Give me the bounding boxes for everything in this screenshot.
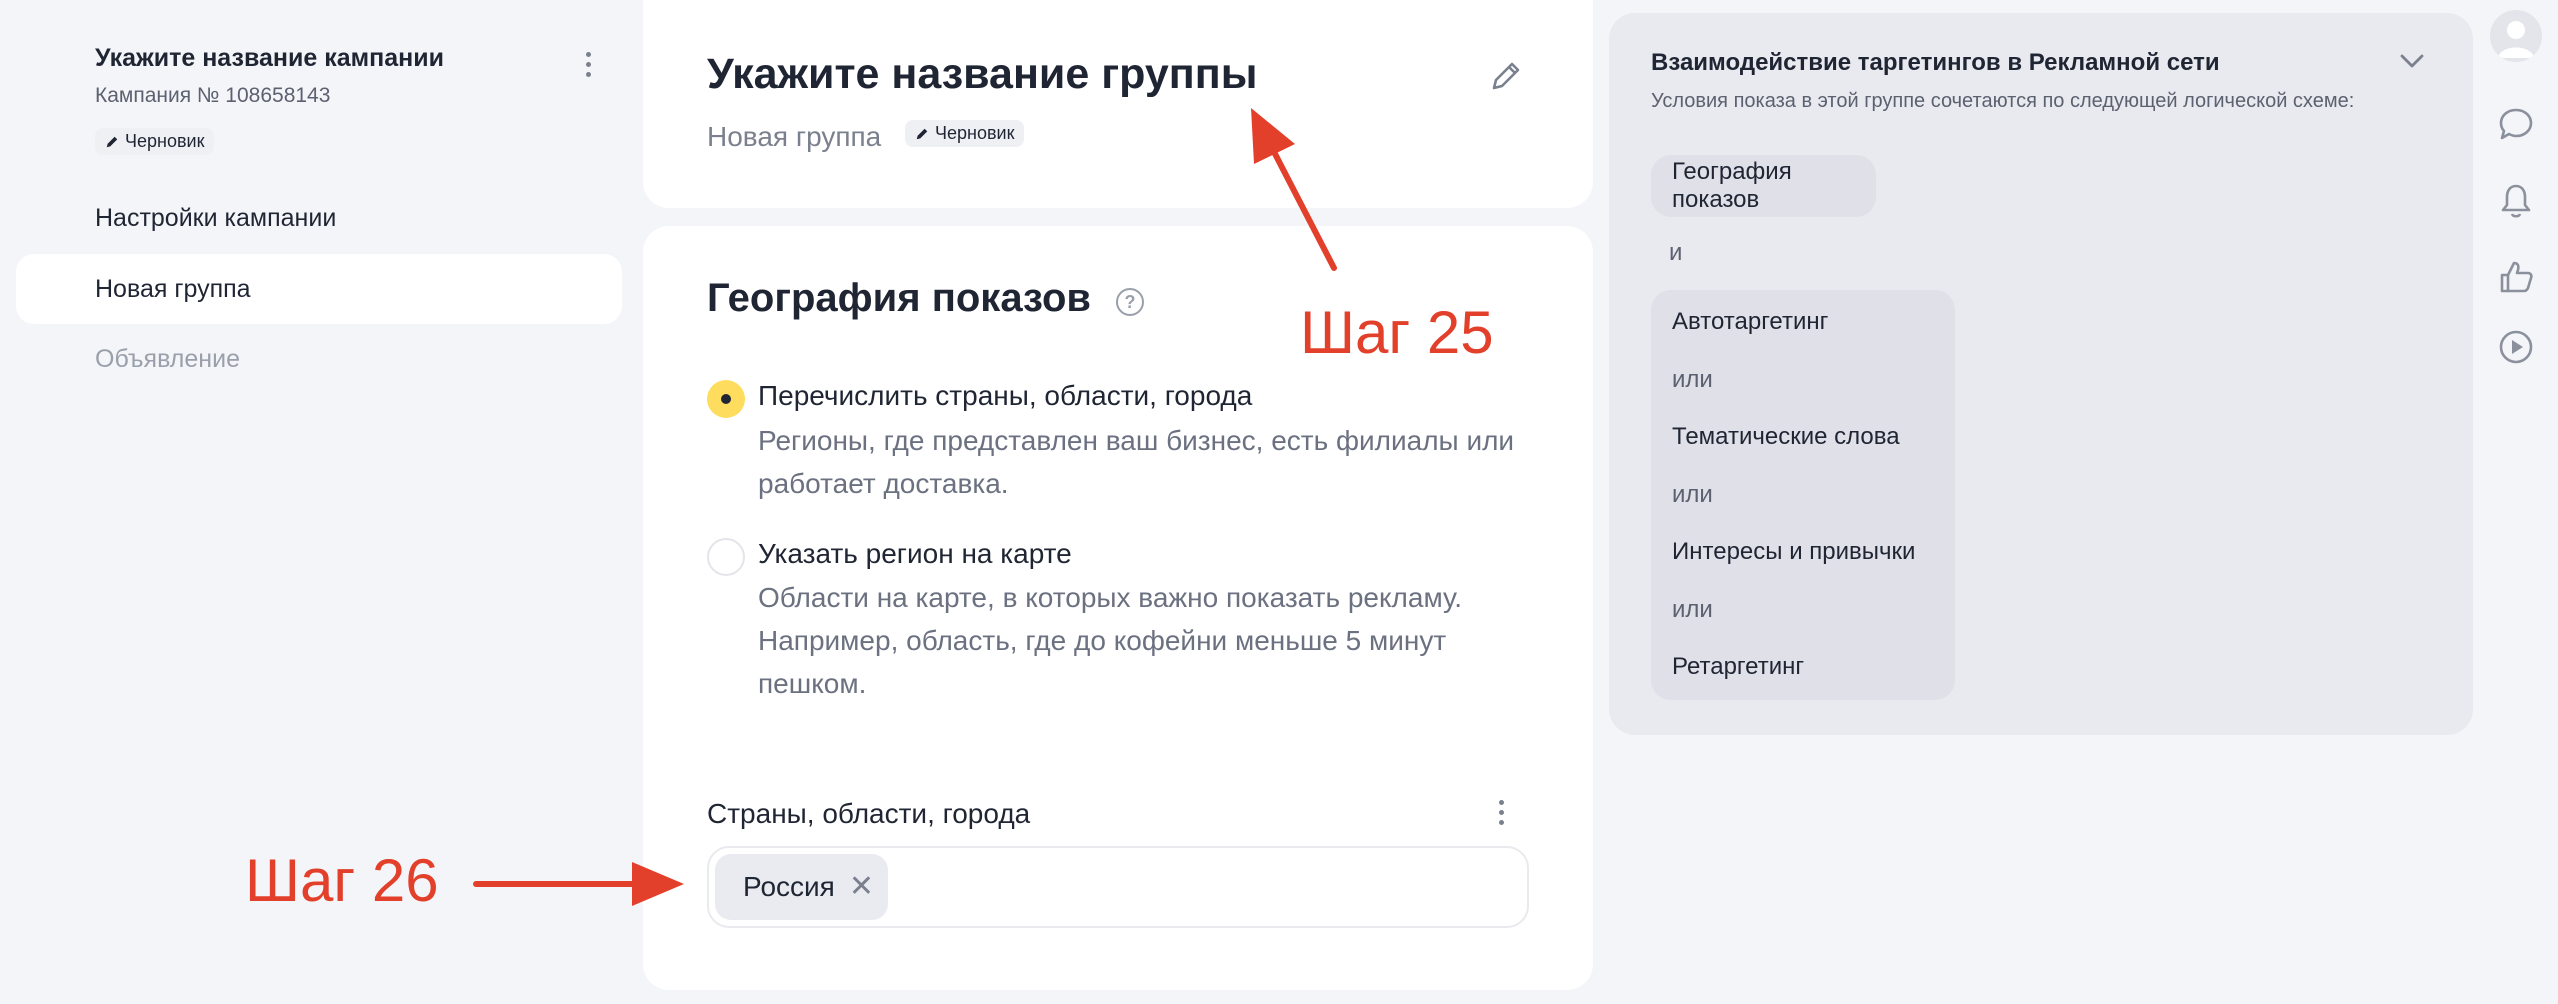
campaign-number: Кампания № 108658143	[95, 84, 331, 107]
targeting-panel: Взаимодействие таргетингов в Рекламной с…	[1609, 13, 2473, 735]
group-item-interests: Интересы и привычки	[1672, 538, 1916, 565]
dot	[586, 62, 591, 67]
radio-map-region[interactable]	[707, 538, 745, 576]
group-header-card: Укажите название группы Новая группа Чер…	[643, 0, 1593, 208]
group-item-autotargeting: Автотаргетинг	[1672, 308, 1829, 335]
draft-badge-label: Черновик	[935, 123, 1015, 143]
regions-more-button[interactable]	[1493, 794, 1510, 831]
campaign-more-button[interactable]	[580, 46, 597, 83]
pencil-icon	[916, 128, 928, 139]
geo-chip: География показов	[1651, 155, 1876, 217]
option-list-regions-description: Регионы, где представлен ваш бизнес, ест…	[758, 425, 1515, 499]
or-connector: или	[1672, 366, 1713, 393]
targeting-panel-title[interactable]: Взаимодействие таргетингов в Рекламной с…	[1651, 49, 2220, 77]
step-25-annotation: Шаг 25	[1300, 299, 1494, 366]
group-draft-badge: Черновик	[905, 120, 1025, 147]
group-title[interactable]: Укажите название группы	[707, 50, 1257, 99]
option-map-region-label[interactable]: Указать регион на карте	[758, 538, 1072, 570]
targeting-group-chip: Автотаргетинг или Тематические слова или…	[1651, 290, 1955, 700]
step-26-annotation: Шаг 26	[245, 847, 439, 914]
draft-badge-label: Черновик	[125, 131, 205, 151]
dot	[1499, 810, 1504, 815]
help-icon[interactable]: ?	[1116, 288, 1144, 316]
close-icon[interactable]: ✕	[849, 872, 874, 902]
regions-field-label: Страны, области, города	[707, 798, 1031, 829]
targeting-panel-subtitle: Условия показа в этой группе сочетаются …	[1651, 90, 2355, 112]
sidebar-item-new-group[interactable]: Новая группа	[16, 254, 622, 324]
thumbs-up-icon[interactable]	[2497, 258, 2535, 296]
dot	[586, 52, 591, 57]
geo-section-title: География показов	[707, 276, 1091, 320]
bell-icon[interactable]	[2497, 182, 2535, 220]
or-connector: или	[1672, 481, 1713, 508]
dot	[1499, 800, 1504, 805]
or-connector: или	[1672, 596, 1713, 623]
region-tag: Россия ✕	[715, 854, 888, 920]
dot	[586, 72, 591, 77]
regions-tag-input[interactable]: Россия ✕	[707, 846, 1529, 928]
campaign-draft-badge: Черновик	[95, 128, 215, 155]
sidebar-item-ad[interactable]: Объявление	[16, 324, 622, 394]
option-list-regions-label[interactable]: Перечислить страны, области, города	[758, 380, 1252, 412]
chat-icon[interactable]	[2497, 105, 2535, 143]
dot	[1499, 820, 1504, 825]
play-icon[interactable]	[2497, 328, 2535, 366]
group-item-retargeting: Ретаргетинг	[1672, 653, 1805, 680]
avatar-icon[interactable]	[2490, 10, 2542, 62]
avatar-silhouette	[2498, 21, 2534, 58]
sidebar-item-campaign-settings[interactable]: Настройки кампании	[16, 183, 622, 253]
option-map-region-description: Области на карте, в которых важно показа…	[758, 582, 1462, 699]
edit-pencil-icon[interactable]	[1486, 56, 1526, 96]
group-subtitle: Новая группа	[707, 121, 882, 152]
group-item-keywords: Тематические слова	[1672, 423, 1900, 450]
radio-list-regions[interactable]	[707, 380, 745, 418]
pencil-icon	[106, 136, 118, 147]
chevron-down-icon[interactable]	[2398, 51, 2426, 71]
campaign-title[interactable]: Укажите название кампании	[95, 44, 444, 73]
and-connector: и	[1669, 239, 1683, 266]
region-tag-label: Россия	[743, 871, 835, 902]
